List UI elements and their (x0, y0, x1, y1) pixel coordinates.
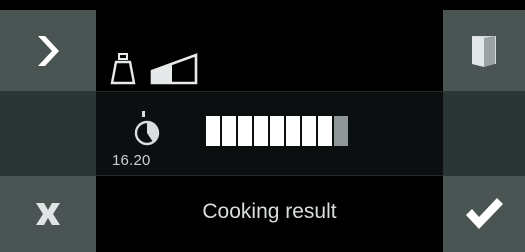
progress-segment (238, 116, 252, 146)
close-icon (36, 203, 60, 225)
cancel-button[interactable] (0, 176, 96, 252)
chevron-right-icon (38, 35, 59, 66)
next-button[interactable] (0, 10, 96, 91)
display-screen: 16.20 Cooking result (96, 10, 443, 252)
door-icon (472, 35, 496, 67)
checkmark-icon (466, 198, 503, 229)
confirm-button[interactable] (443, 176, 525, 252)
weight-icon (110, 53, 136, 85)
mode-icons (110, 40, 200, 85)
progress-segment (270, 116, 284, 146)
door-button[interactable] (443, 10, 525, 91)
right-middle-panel (443, 91, 525, 176)
left-middle-panel (0, 91, 96, 176)
timer-icon (134, 111, 160, 146)
progress-segment (206, 116, 220, 146)
level-ramp-icon (150, 53, 198, 85)
progress-segment (254, 116, 268, 146)
progress-segment (318, 116, 332, 146)
progress-segment (222, 116, 236, 146)
progress-segment (334, 116, 348, 146)
control-panel: 16.20 Cooking result (0, 0, 525, 252)
cooking-result-label: Cooking result (202, 200, 337, 223)
progress-bar (206, 116, 348, 146)
progress-segment (302, 116, 316, 146)
progress-segment (286, 116, 300, 146)
timer-value: 16.20 (112, 152, 151, 169)
